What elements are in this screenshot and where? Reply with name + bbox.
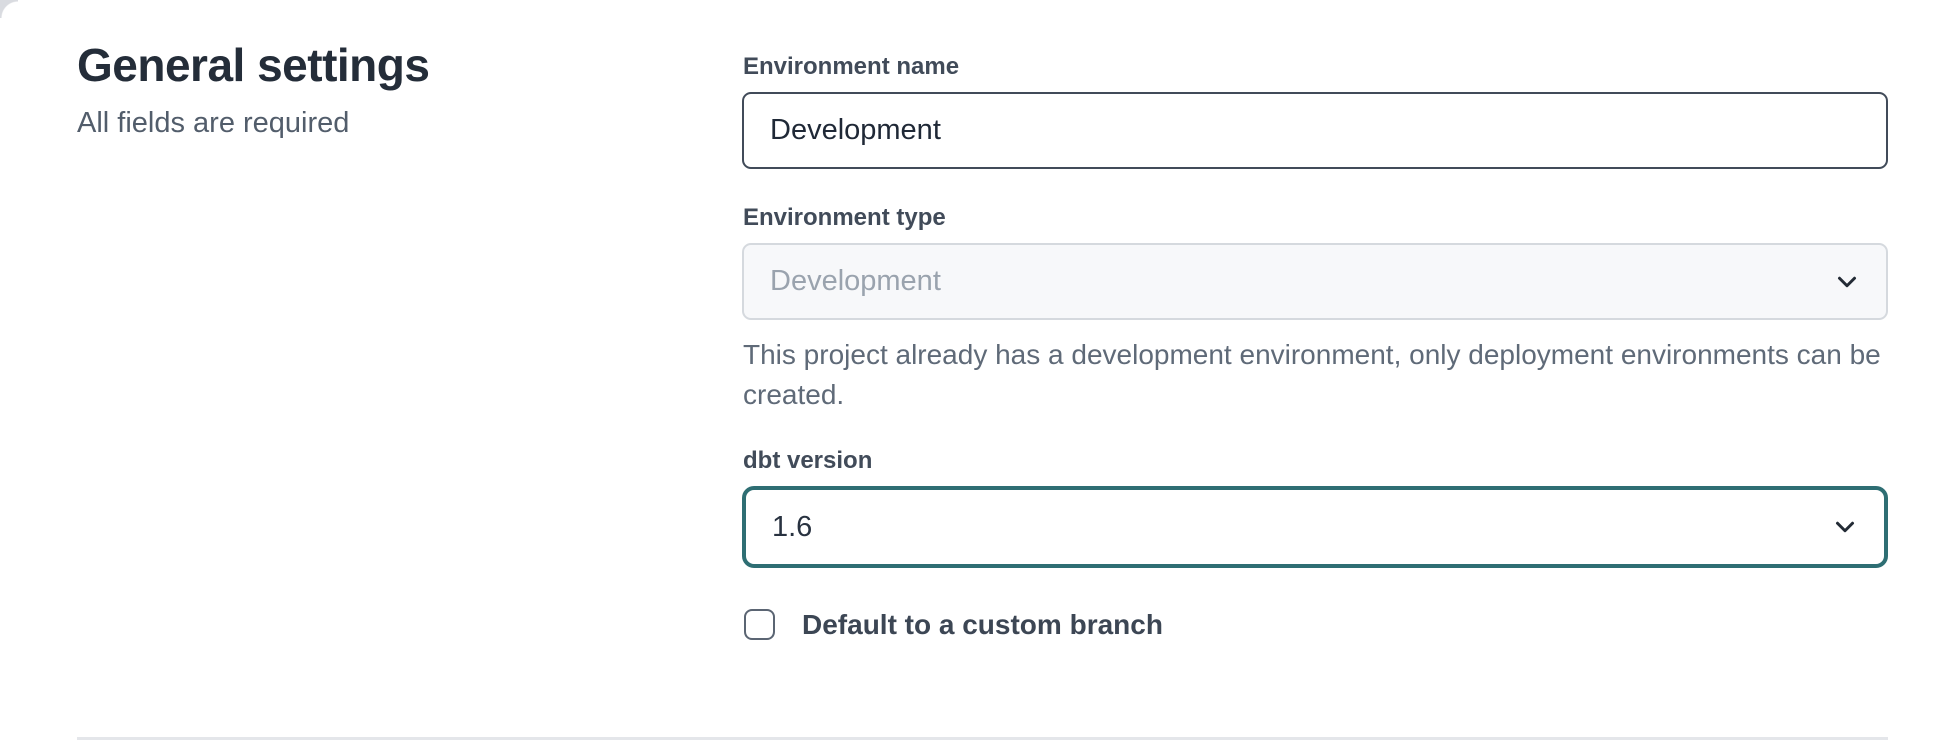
general-settings-section: General settings All fields are required… — [0, 0, 1958, 642]
dbt-version-value: 1.6 — [772, 511, 812, 544]
environment-name-field: Environment name — [742, 52, 1888, 169]
dbt-version-field: dbt version 1.6 — [742, 446, 1888, 568]
page-subtitle: All fields are required — [77, 105, 742, 141]
settings-form: Environment name Environment type Develo… — [742, 0, 1888, 642]
section-heading-column: General settings All fields are required — [77, 0, 742, 642]
custom-branch-checkbox[interactable] — [744, 609, 775, 640]
environment-type-select: Development — [742, 243, 1888, 320]
environment-name-label: Environment name — [743, 52, 1888, 82]
environment-type-helper: This project already has a development e… — [743, 335, 1888, 415]
dbt-version-label: dbt version — [743, 446, 1888, 476]
chevron-down-icon — [1832, 267, 1862, 297]
custom-branch-checkbox-label: Default to a custom branch — [802, 608, 1163, 642]
chevron-down-icon — [1830, 512, 1860, 542]
environment-type-label: Environment type — [743, 203, 1888, 233]
custom-branch-checkbox-row[interactable]: Default to a custom branch — [744, 608, 1888, 642]
environment-name-input[interactable] — [742, 92, 1888, 169]
environment-type-field: Environment type Development This projec… — [742, 203, 1888, 415]
environment-type-value: Development — [770, 265, 941, 298]
page-title: General settings — [77, 38, 742, 93]
dbt-version-select[interactable]: 1.6 — [742, 486, 1888, 568]
